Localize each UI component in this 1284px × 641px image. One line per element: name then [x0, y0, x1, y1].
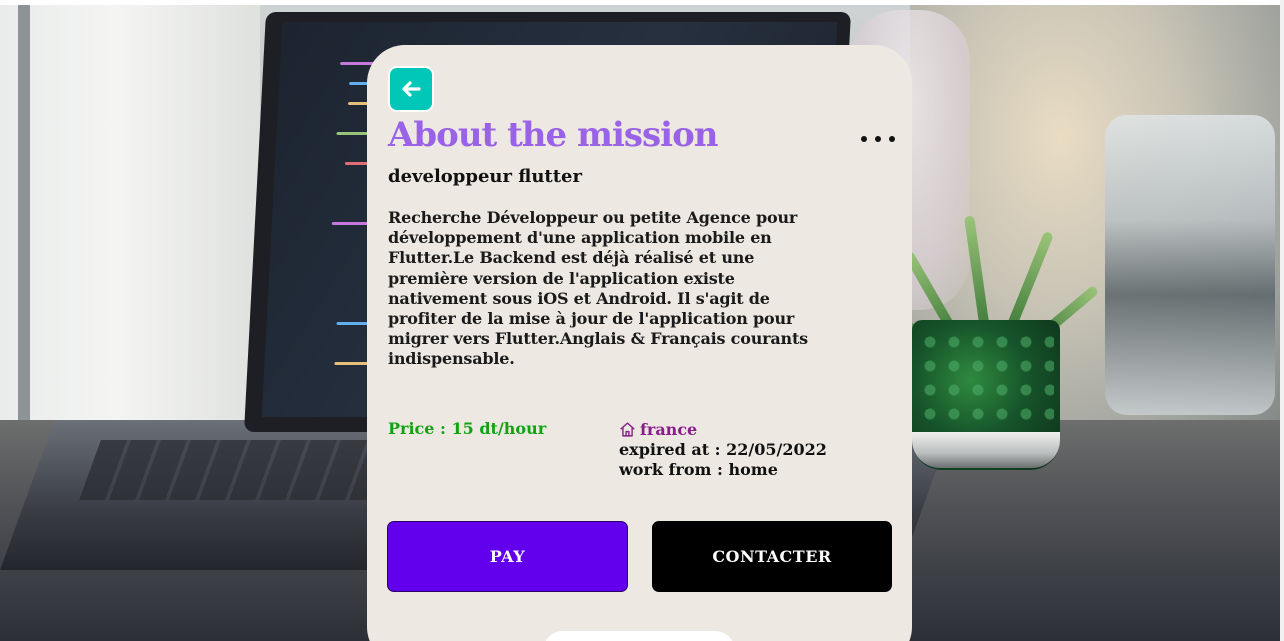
- mission-meta: france expired at : 22/05/2022 work from…: [619, 419, 859, 480]
- bg-van: [1105, 115, 1275, 415]
- home-icon: [620, 422, 635, 437]
- page-title: About the mission: [388, 115, 718, 155]
- more-horizontal-icon: [889, 136, 895, 142]
- expiry-date: expired at : 22/05/2022: [619, 440, 827, 459]
- arrow-left-icon: [402, 81, 421, 97]
- more-horizontal-icon: [861, 136, 867, 142]
- work-location: work from : home: [619, 460, 778, 479]
- mission-description: Recherche Développeur ou petite Agence p…: [388, 208, 808, 369]
- mission-card: About the mission developpeur flutter Re…: [367, 45, 912, 641]
- scrollbar-track[interactable]: [1280, 0, 1284, 641]
- bg-window-light: [0, 5, 260, 425]
- mission-price: Price : 15 dt/hour: [388, 419, 547, 438]
- pay-button[interactable]: PAY: [387, 521, 628, 592]
- contact-button[interactable]: CONTACTER: [652, 521, 892, 592]
- bottom-sheet-handle[interactable]: [543, 631, 735, 641]
- mission-subtitle: developpeur flutter: [388, 166, 582, 187]
- mission-location: france: [619, 419, 859, 440]
- more-options-button[interactable]: [861, 129, 895, 149]
- more-horizontal-icon: [875, 136, 881, 142]
- bg-window-frame: [18, 5, 30, 435]
- location-label: france: [640, 420, 698, 439]
- bg-plant-pot-pattern: [918, 330, 1054, 430]
- back-button[interactable]: [388, 66, 434, 112]
- bg-plant-pot-base: [912, 432, 1060, 468]
